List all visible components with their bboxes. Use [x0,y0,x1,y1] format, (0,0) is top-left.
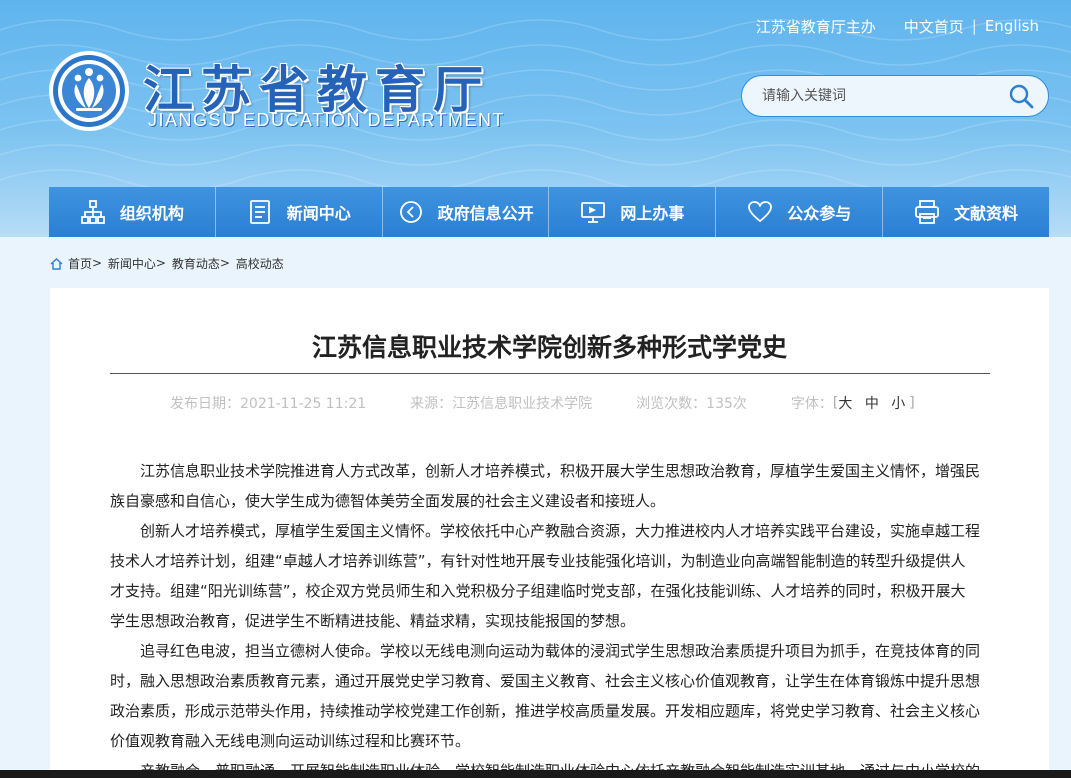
article-source: 来源：江苏信息职业技术学院 [410,396,593,412]
breadcrumb-university-news[interactable]: 高校动态 [236,255,284,272]
nav-label: 文献资料 [954,204,1019,223]
chevron-circle-icon [399,201,422,223]
breadcrumb-separator: > [155,256,166,270]
search-box [741,75,1049,117]
window-bottom-bar [0,770,1071,778]
breadcrumb-home[interactable]: 首页 [68,255,92,272]
org-chart-icon [81,200,105,224]
monitor-icon [581,202,606,223]
chinese-home-link[interactable]: 中文首页 [904,16,964,37]
breadcrumb-separator: > [219,256,230,270]
font-size-switcher[interactable]: 大 中 小 [838,393,909,413]
breadcrumb-education-news[interactable]: 教育动态 [172,255,220,272]
view-count-value: 135次 [706,396,747,412]
font-size-bracket-close: ] [909,395,915,411]
search-input[interactable] [762,88,1008,104]
article-paragraph: 追寻红色电波，担当立德树人使命。学校以无线电测向运动为载体的浸润式学生思想政治素… [110,642,981,750]
article-paragraph: 江苏信息职业技术学院推进育人方式改革，创新人才培养模式，积极开展大学生思想政治教… [110,462,981,510]
breadcrumb-news-center[interactable]: 新闻中心 [108,255,156,272]
language-separator: | [971,17,977,35]
nav-item-gov-info[interactable]: 政府信息公开 [383,187,550,237]
article-body: 江苏信息职业技术学院推进育人方式改革，创新人才培养模式，积极开展大学生思想政治教… [110,456,980,778]
view-count: 浏览次数：135次 [636,393,747,413]
document-icon [249,200,270,224]
nav-item-documents[interactable]: 文献资料 [883,187,1049,237]
nav-item-organization[interactable]: 组织机构 [49,187,216,237]
search-icon[interactable] [1008,83,1034,109]
font-size-label: 字体： [790,396,833,412]
publish-date: 发布日期：2021-11-25 11:21 [170,396,367,412]
nav-item-online-services[interactable]: 网上办事 [549,187,717,237]
english-link[interactable]: English [985,17,1039,35]
site-logo-english: JIANGSU EDUCATION DEPARTMENT [148,110,506,130]
top-links: 江苏省教育厅主办 中文首页 | English [756,15,1039,37]
nav-label: 政府信息公开 [437,204,534,223]
article-title: 江苏信息职业技术学院创新多种形式学党史 [311,333,787,362]
breadcrumb: 首页 > 新闻中心 > 教育动态 > 高校动态 [50,254,284,272]
view-count-label: 浏览次数： [636,396,707,412]
nav-label: 公众参与 [787,204,852,223]
breadcrumb-separator: > [92,256,103,270]
main-navigation: 组织机构 新闻中心 政府信息公开 网上办事 公众参与 文献资料 [49,187,1049,237]
article-meta: 发布日期：2021-11-25 11:21 来源：江苏信息职业技术学院 浏览次数… [170,393,990,413]
article-panel: 江苏信息职业技术学院创新多种形式学党史 发布日期：2021-11-25 11:2… [50,288,1049,778]
nav-label: 组织机构 [119,204,184,223]
heart-icon [748,201,773,223]
nav-item-news[interactable]: 新闻中心 [216,187,383,237]
host-link[interactable]: 江苏省教育厅主办 [756,16,876,37]
article-paragraph: 创新人才培养模式，厚植学生爱国主义情怀。学校依托中心产教融合资源，大力推进校内人… [110,522,981,630]
site-header: 江苏省教育厅主办 中文首页 | English 江苏省教育厅 JIANGSU E… [0,0,1071,237]
nav-item-public-participation[interactable]: 公众参与 [716,187,884,237]
title-divider [110,373,990,374]
printer-icon [915,200,939,224]
education-department-emblem-icon[interactable] [48,50,130,132]
nav-label: 网上办事 [620,204,685,223]
nav-label: 新闻中心 [286,204,351,223]
home-icon [50,257,63,270]
